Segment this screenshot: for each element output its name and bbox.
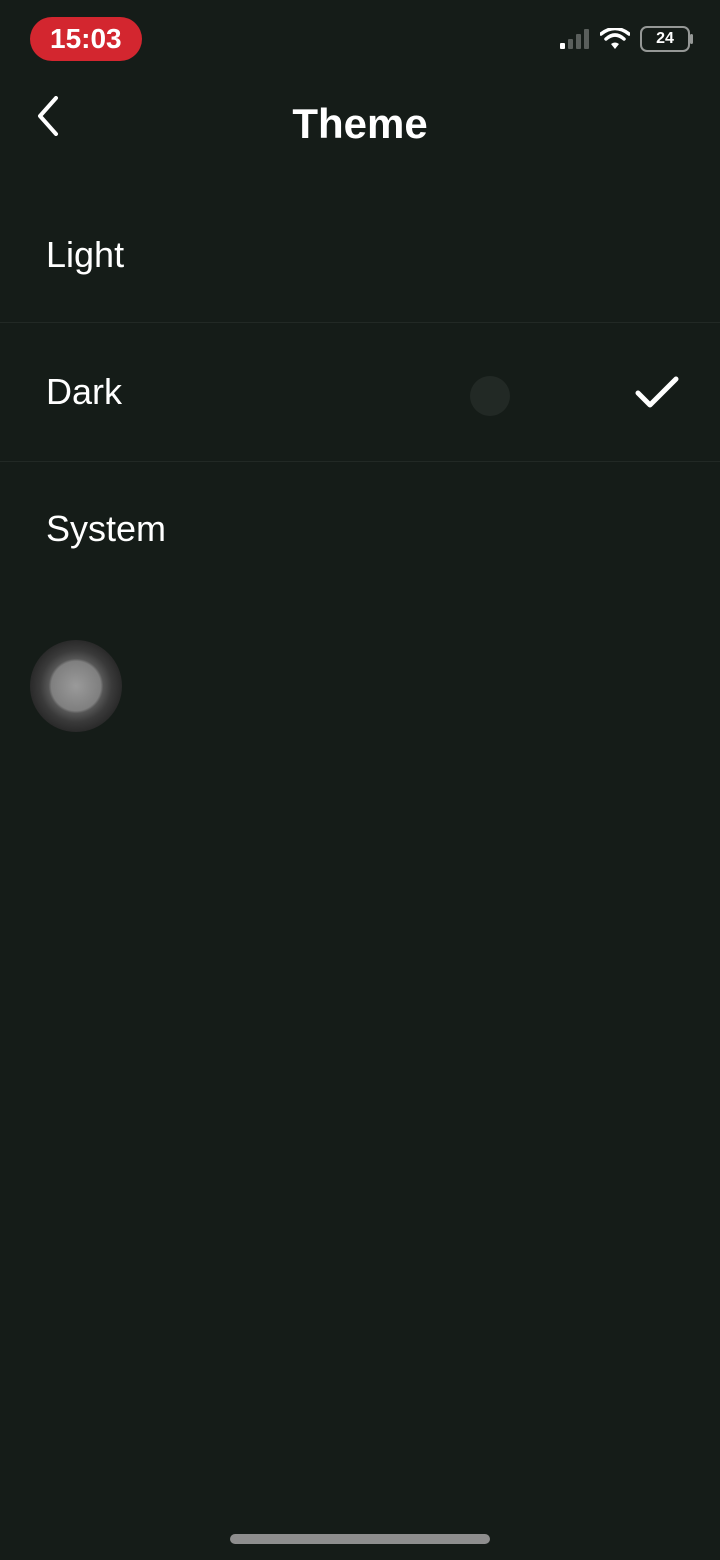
theme-option-dark[interactable]: Dark	[0, 323, 720, 462]
header: Theme	[0, 70, 720, 188]
option-label: Light	[46, 234, 124, 276]
status-bar: 15:03 24	[0, 0, 720, 70]
status-right: 24	[560, 26, 690, 52]
theme-option-list: Light Dark System	[0, 188, 720, 596]
option-label: Dark	[46, 371, 122, 413]
check-icon	[634, 369, 680, 415]
home-indicator[interactable]	[230, 1534, 490, 1544]
cellular-signal-icon	[560, 29, 590, 49]
page-title: Theme	[292, 100, 427, 148]
theme-option-system[interactable]: System	[0, 462, 720, 596]
status-time: 15:03	[50, 23, 122, 54]
assistive-touch-button[interactable]	[30, 640, 122, 732]
chevron-left-icon	[36, 96, 60, 141]
theme-option-light[interactable]: Light	[0, 188, 720, 323]
wifi-icon	[600, 28, 630, 50]
recording-time-pill[interactable]: 15:03	[30, 17, 142, 61]
back-button[interactable]	[28, 98, 68, 138]
touch-indicator	[470, 376, 510, 416]
battery-text: 24	[656, 30, 674, 48]
option-label: System	[46, 508, 166, 550]
battery-icon: 24	[640, 26, 690, 52]
